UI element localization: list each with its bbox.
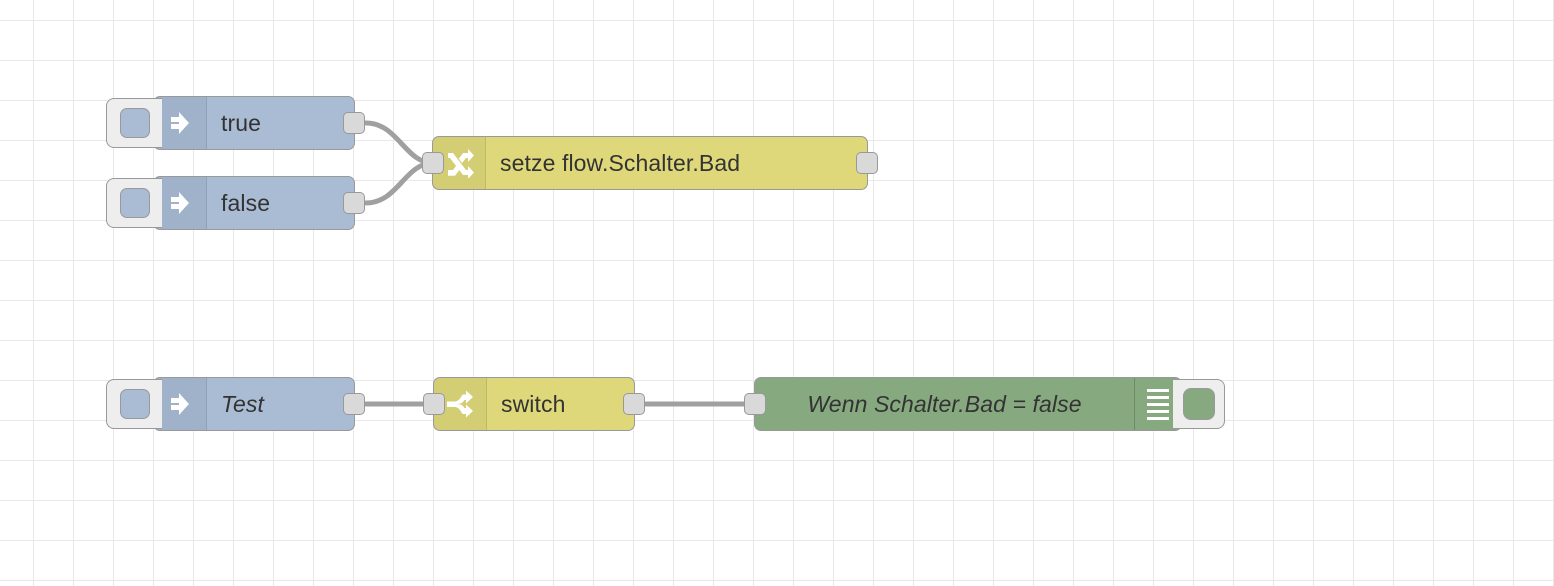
output-port[interactable]	[343, 393, 365, 415]
inject-trigger-button-true[interactable]	[106, 98, 162, 148]
inject-trigger-button-false[interactable]	[106, 178, 162, 228]
wire-layer	[363, 120, 758, 407]
node-inject-true[interactable]: true	[106, 96, 365, 150]
output-port[interactable]	[856, 152, 878, 174]
node-label: setze flow.Schalter.Bad	[500, 149, 741, 176]
inject-trigger-button-inner	[119, 188, 150, 218]
node-debug-wenn-schalter-bad[interactable]: Wenn Schalter.Bad = false	[744, 377, 1225, 431]
debug-toggle-button-inner	[1182, 388, 1215, 420]
inject-trigger-button-inner	[119, 108, 150, 138]
output-port[interactable]	[343, 112, 365, 134]
inject-trigger-button-test[interactable]	[106, 379, 162, 429]
node-switch[interactable]: switch	[423, 377, 645, 431]
node-label: Test	[221, 390, 265, 417]
debug-toggle-button[interactable]	[1173, 379, 1225, 429]
node-label: false	[221, 189, 271, 216]
input-port[interactable]	[744, 393, 766, 415]
node-change-setze-flow-schalter-bad[interactable]: setze flow.Schalter.Bad	[422, 136, 878, 190]
node-inject-false[interactable]: false	[106, 176, 365, 230]
input-port[interactable]	[423, 393, 445, 415]
output-port[interactable]	[623, 393, 645, 415]
inject-trigger-button-inner	[119, 389, 150, 419]
node-label: true	[221, 109, 262, 136]
output-port[interactable]	[343, 192, 365, 214]
node-label: Wenn Schalter.Bad = false	[807, 390, 1082, 417]
node-label: switch	[501, 390, 566, 417]
input-port[interactable]	[422, 152, 444, 174]
node-inject-test[interactable]: Test	[106, 377, 365, 431]
flow-canvas[interactable]: true false setze flow.Schalter.Bad Test …	[0, 0, 1554, 586]
